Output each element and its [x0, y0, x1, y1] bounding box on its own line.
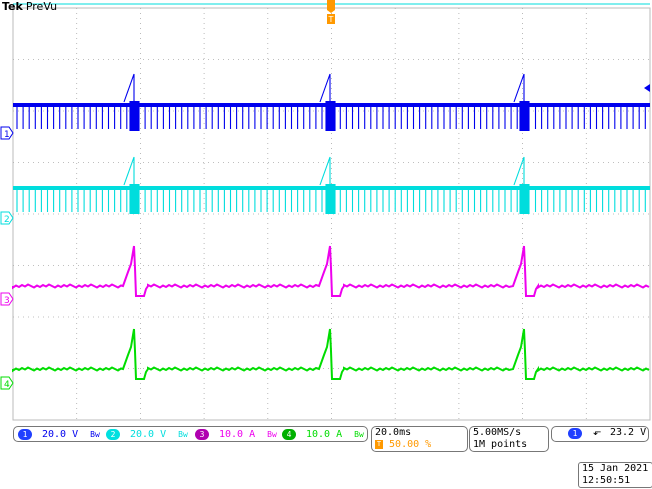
trigger-level: 23.2 V [610, 427, 647, 438]
channel-1-badge: 1 [18, 429, 32, 440]
channel-4-badge: 4 [282, 429, 296, 440]
bandwidth-limit-icon: Bw [354, 430, 364, 439]
trace-ch4 [12, 328, 650, 380]
brand-mode: PreVu [25, 0, 58, 13]
scope-brand: Tek PreVu [2, 0, 57, 13]
channel-3-badge: 3 [195, 429, 209, 440]
timebase-panel[interactable]: 20.0ms T 50.00 % [371, 426, 468, 452]
trace-ch4-path [12, 328, 650, 380]
channel-scale-panel[interactable]: 1 20.0 V Bw 2 20.0 V Bw 3 10.0 A Bw 4 10.0 A Bw [13, 426, 368, 442]
trace-ch3 [12, 245, 650, 297]
trace-ch1-path [13, 73, 650, 131]
trace-ch2-baseline [13, 186, 650, 190]
date: 15 Jan 2021 [582, 463, 649, 474]
channel-3-readout[interactable]: 3 10.0 A Bw [195, 428, 277, 441]
time: 12:50:51 [582, 475, 631, 486]
trace-ch3-path [12, 245, 650, 297]
trace-ch1-baseline [13, 103, 650, 107]
trigger-position-value: 50.00 % [389, 439, 432, 450]
oscilloscope-display: 1 2 3 4 T [0, 0, 651, 421]
trigger-panel[interactable]: 1 ⬐ 23.2 V [551, 426, 649, 442]
channel-marker-4[interactable]: 4 [0, 376, 14, 390]
channel-marker-label: 3 [4, 296, 10, 306]
channel-4-scale: 10.0 A [306, 429, 343, 440]
trigger-t-label: T [328, 15, 334, 24]
channel-marker-1[interactable]: 1 [0, 126, 14, 140]
channel-3-scale: 10.0 A [219, 429, 256, 440]
status-bar: 1 20.0 V Bw 2 20.0 V Bw 3 10.0 A Bw 4 10.0 A Bw 20.… [0, 424, 652, 489]
trigger-position-marker: T [327, 0, 335, 24]
bandwidth-limit-icon: Bw [178, 430, 188, 439]
channel-2-badge: 2 [106, 429, 120, 440]
bandwidth-limit-icon: Bw [90, 430, 100, 439]
channel-2-scale: 20.0 V [130, 429, 167, 440]
channel-marker-3[interactable]: 3 [0, 292, 14, 306]
sample-rate: 5.00MS/s [473, 427, 522, 438]
channel-2-readout[interactable]: 2 20.0 V Bw [106, 428, 188, 441]
channel-marker-2[interactable]: 2 [0, 211, 14, 225]
channel-4-readout[interactable]: 4 10.0 A Bw [282, 428, 364, 441]
channel-marker-label: 1 [4, 130, 10, 140]
acquisition-panel[interactable]: 5.00MS/s 1M points [469, 426, 549, 452]
channel-1-readout[interactable]: 1 20.0 V Bw [18, 428, 100, 441]
channel-marker-label: 4 [4, 380, 10, 390]
brand-name: Tek [2, 0, 23, 13]
record-length: 1M points [473, 439, 528, 450]
trigger-source-badge: 1 [568, 428, 582, 439]
trace-ch2-path [13, 156, 650, 214]
channel-marker-label: 2 [4, 215, 10, 225]
trigger-level-arrow [644, 84, 650, 92]
trace-ch2 [13, 156, 650, 214]
datetime-panel: 15 Jan 2021 12:50:51 [578, 462, 652, 488]
channel-1-scale: 20.0 V [42, 429, 79, 440]
trace-ch1 [13, 73, 650, 131]
bandwidth-limit-icon: Bw [267, 430, 277, 439]
falling-edge-icon: ⬐ [593, 427, 602, 438]
trigger-position-icon: T [375, 439, 383, 449]
trigger-position-top [327, 0, 335, 13]
timebase-per-div: 20.0ms [375, 427, 412, 438]
